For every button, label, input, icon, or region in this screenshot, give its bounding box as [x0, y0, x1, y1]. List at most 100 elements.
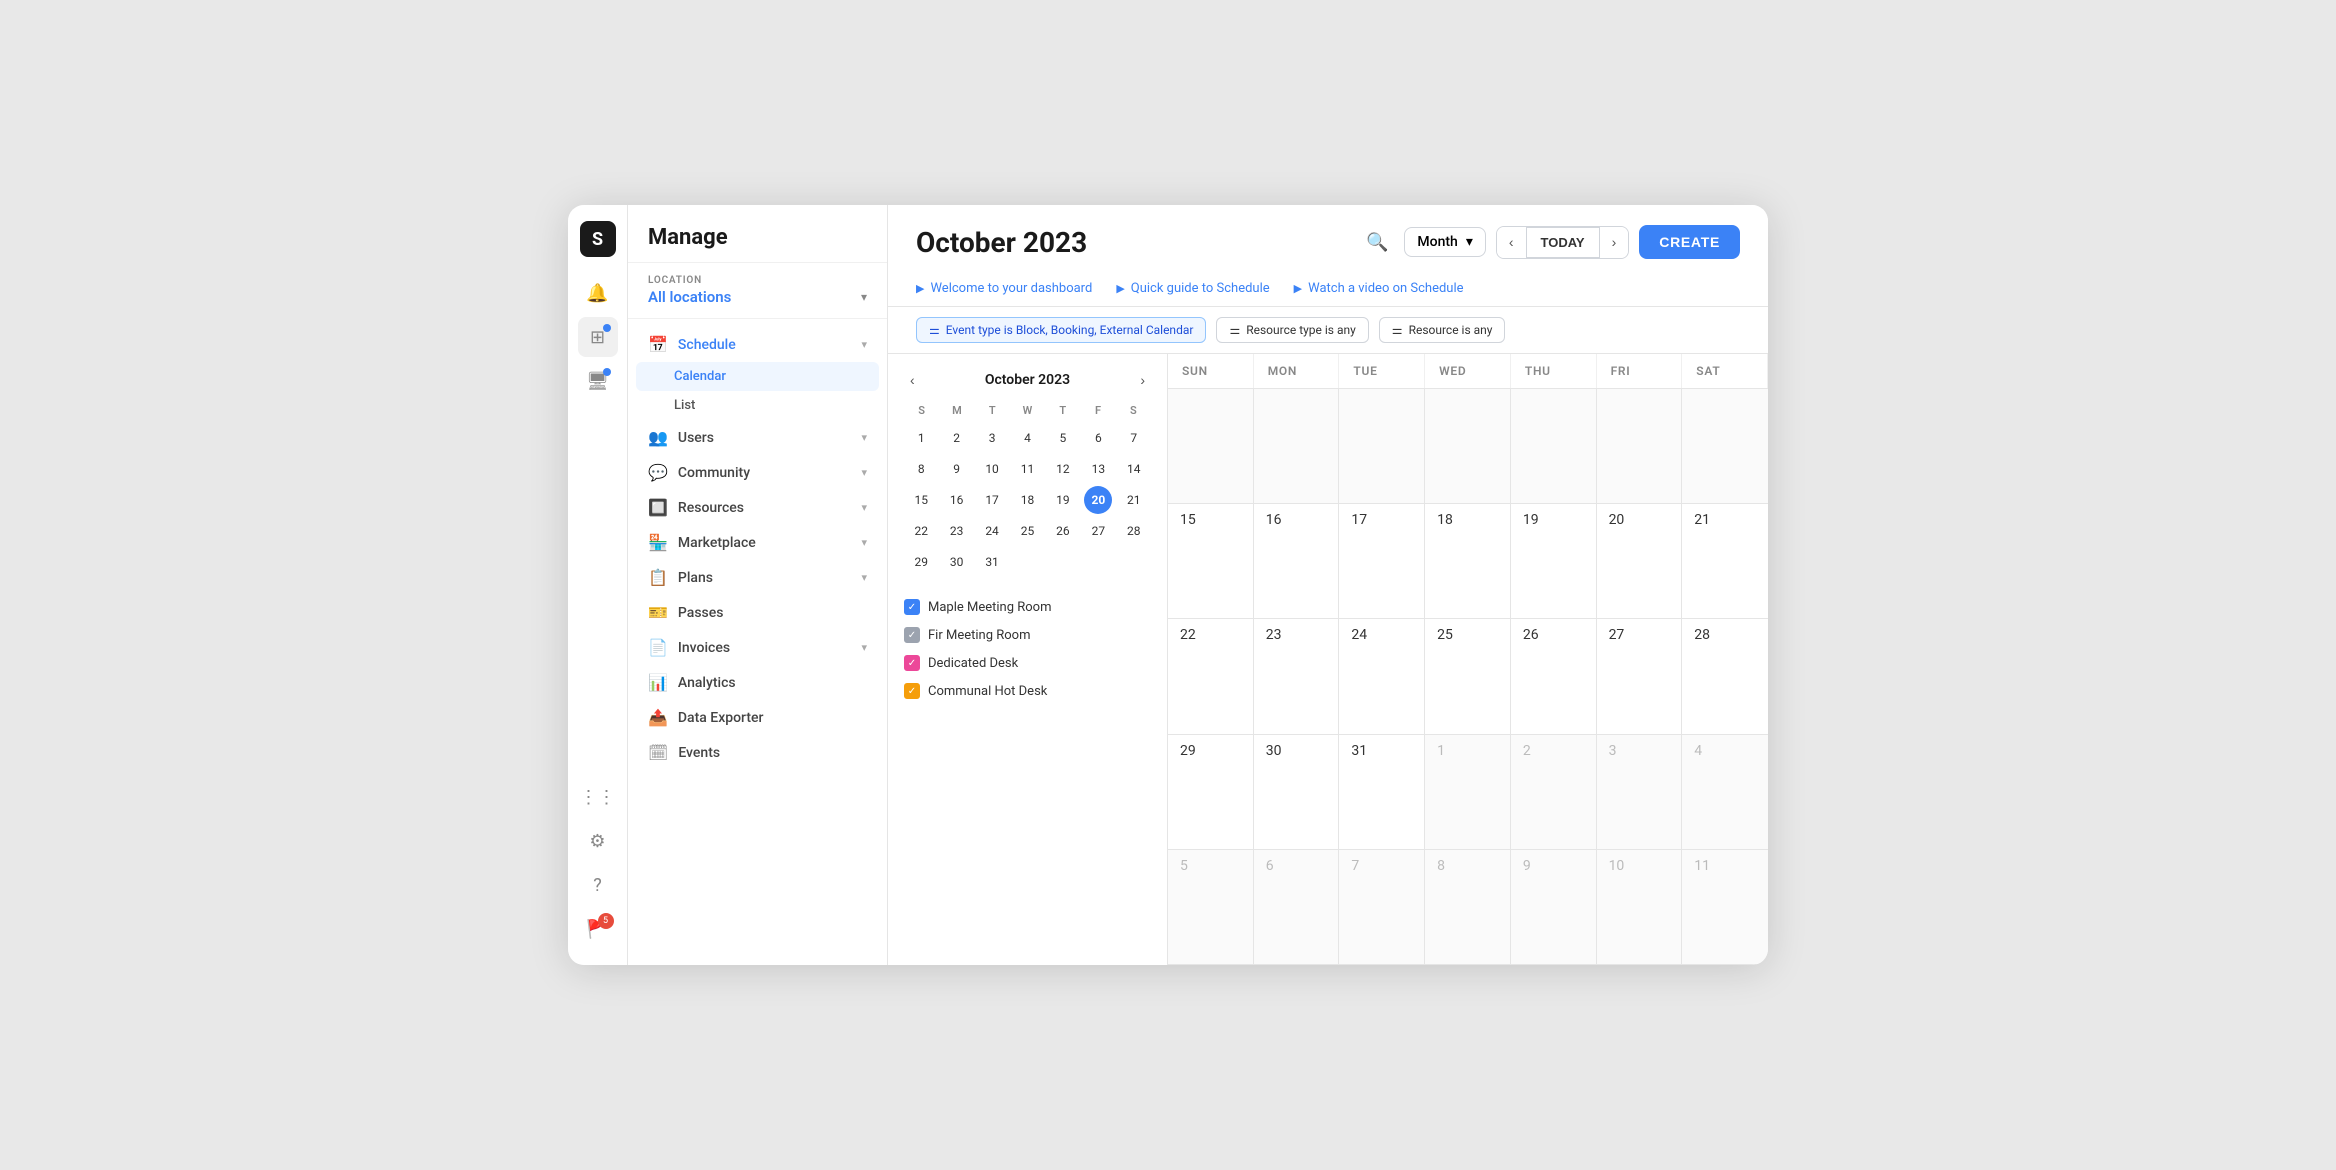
cal-cell-4-0[interactable]: 5	[1168, 850, 1254, 964]
cal-cell-0-1[interactable]	[1254, 389, 1340, 503]
mini-date-31[interactable]: 31	[978, 548, 1006, 576]
cal-cell-2-5[interactable]: 27	[1597, 619, 1683, 733]
cal-cell-1-2[interactable]: 17	[1339, 504, 1425, 618]
sidebar-item-resources[interactable]: 🔲 Resources ▾	[628, 490, 887, 525]
view-selector[interactable]: Month ▾	[1404, 227, 1485, 257]
cal-cell-2-6[interactable]: 28	[1682, 619, 1768, 733]
sidebar-item-marketplace[interactable]: 🏪 Marketplace ▾	[628, 525, 887, 560]
filter-resource-type[interactable]: ⚌ Resource type is any	[1216, 317, 1368, 343]
mini-date-15[interactable]: 15	[907, 486, 935, 514]
mini-date-22[interactable]: 22	[907, 517, 935, 545]
cal-cell-1-3[interactable]: 18	[1425, 504, 1511, 618]
sidebar-item-users[interactable]: 👥 Users ▾	[628, 420, 887, 455]
mini-date-27[interactable]: 27	[1084, 517, 1112, 545]
cal-cell-1-0[interactable]: 15	[1168, 504, 1254, 618]
mini-date-26[interactable]: 26	[1049, 517, 1077, 545]
prev-month-button[interactable]: ‹	[1497, 227, 1526, 258]
location-selector[interactable]: All locations ▾	[648, 288, 867, 306]
monitor-icon[interactable]: 🖥	[578, 361, 618, 401]
welcome-link[interactable]: ▶ Welcome to your dashboard	[916, 281, 1092, 296]
mini-date-1[interactable]: 1	[907, 424, 935, 452]
cal-cell-0-2[interactable]	[1339, 389, 1425, 503]
cal-cell-3-1[interactable]: 30	[1254, 735, 1340, 849]
sidebar-item-events[interactable]: 🗓 Events	[628, 735, 887, 770]
cal-cell-0-0[interactable]	[1168, 389, 1254, 503]
mini-date-30[interactable]: 30	[943, 548, 971, 576]
cal-cell-3-3[interactable]: 1	[1425, 735, 1511, 849]
cal-cell-3-5[interactable]: 3	[1597, 735, 1683, 849]
create-button[interactable]: CREATE	[1639, 225, 1740, 259]
search-button[interactable]: 🔍	[1360, 226, 1394, 259]
mini-date-25[interactable]: 25	[1013, 517, 1041, 545]
sidebar-item-data-exporter[interactable]: 📤 Data Exporter	[628, 700, 887, 735]
sidebar-item-community[interactable]: 💬 Community ▾	[628, 455, 887, 490]
sidebar-subitem-calendar[interactable]: Calendar	[636, 362, 879, 391]
mini-date-9[interactable]: 9	[943, 455, 971, 483]
next-month-button[interactable]: ›	[1600, 227, 1629, 258]
mini-date-29[interactable]: 29	[907, 548, 935, 576]
video-link[interactable]: ▶ Watch a video on Schedule	[1294, 281, 1464, 296]
sidebar-item-invoices[interactable]: 📄 Invoices ▾	[628, 630, 887, 665]
mini-date-13[interactable]: 13	[1084, 455, 1112, 483]
mini-date-21[interactable]: 21	[1120, 486, 1148, 514]
cal-cell-2-3[interactable]: 25	[1425, 619, 1511, 733]
mini-date-19[interactable]: 19	[1049, 486, 1077, 514]
mini-date-6[interactable]: 6	[1084, 424, 1112, 452]
mini-date-12[interactable]: 12	[1049, 455, 1077, 483]
cal-cell-0-6[interactable]	[1682, 389, 1768, 503]
mini-date-8[interactable]: 8	[907, 455, 935, 483]
cal-cell-2-1[interactable]: 23	[1254, 619, 1340, 733]
mini-date-28[interactable]: 28	[1120, 517, 1148, 545]
mini-date-23[interactable]: 23	[943, 517, 971, 545]
cal-cell-2-0[interactable]: 22	[1168, 619, 1254, 733]
mini-date-3[interactable]: 3	[978, 424, 1006, 452]
cal-cell-4-3[interactable]: 8	[1425, 850, 1511, 964]
cal-cell-3-4[interactable]: 2	[1511, 735, 1597, 849]
mini-date-18[interactable]: 18	[1013, 486, 1041, 514]
today-button[interactable]: TODAY	[1526, 227, 1600, 258]
sidebar-subitem-list[interactable]: List	[628, 391, 887, 420]
cal-cell-1-1[interactable]: 16	[1254, 504, 1340, 618]
resource-maple[interactable]: ✓ Maple Meeting Room	[904, 593, 1151, 621]
resource-communal[interactable]: ✓ Communal Hot Desk	[904, 677, 1151, 705]
cal-cell-1-6[interactable]: 21	[1682, 504, 1768, 618]
filter-resource[interactable]: ⚌ Resource is any	[1379, 317, 1506, 343]
quick-guide-link[interactable]: ▶ Quick guide to Schedule	[1116, 281, 1269, 296]
app-logo[interactable]: S	[580, 221, 616, 257]
resource-dedicated[interactable]: ✓ Dedicated Desk	[904, 649, 1151, 677]
mini-date-14[interactable]: 14	[1120, 455, 1148, 483]
settings-icon[interactable]: ⚙	[578, 821, 618, 861]
mini-date-2[interactable]: 2	[943, 424, 971, 452]
cal-cell-3-6[interactable]: 4	[1682, 735, 1768, 849]
mini-date-4[interactable]: 4	[1013, 424, 1041, 452]
sidebar-item-plans[interactable]: 📋 Plans ▾	[628, 560, 887, 595]
cal-cell-3-0[interactable]: 29	[1168, 735, 1254, 849]
help-icon[interactable]: ?	[578, 865, 618, 905]
bell-icon[interactable]: 🔔	[578, 273, 618, 313]
cal-cell-2-2[interactable]: 24	[1339, 619, 1425, 733]
cal-cell-4-5[interactable]: 10	[1597, 850, 1683, 964]
cal-cell-0-5[interactable]	[1597, 389, 1683, 503]
cal-cell-1-4[interactable]: 19	[1511, 504, 1597, 618]
mini-date-11[interactable]: 11	[1013, 455, 1041, 483]
flag-icon[interactable]: 🚩 5	[578, 909, 618, 949]
apps-grid-icon[interactable]: ⋮⋮	[578, 777, 618, 817]
mini-next-button[interactable]: ›	[1134, 370, 1151, 390]
mini-date-5[interactable]: 5	[1049, 424, 1077, 452]
mini-date-20[interactable]: 20	[1084, 486, 1112, 514]
cal-cell-4-2[interactable]: 7	[1339, 850, 1425, 964]
sidebar-item-analytics[interactable]: 📊 Analytics	[628, 665, 887, 700]
mini-prev-button[interactable]: ‹	[904, 370, 921, 390]
cal-cell-4-6[interactable]: 11	[1682, 850, 1768, 964]
cal-cell-0-4[interactable]	[1511, 389, 1597, 503]
cal-cell-4-4[interactable]: 9	[1511, 850, 1597, 964]
cal-cell-3-2[interactable]: 31	[1339, 735, 1425, 849]
cal-cell-2-4[interactable]: 26	[1511, 619, 1597, 733]
cal-cell-1-5[interactable]: 20	[1597, 504, 1683, 618]
grid-icon[interactable]: ⊞	[578, 317, 618, 357]
filter-event-type[interactable]: ⚌ Event type is Block, Booking, External…	[916, 317, 1206, 343]
sidebar-item-schedule[interactable]: 📅 Schedule ▾	[628, 327, 887, 362]
sidebar-item-passes[interactable]: 🎫 Passes	[628, 595, 887, 630]
resource-fir[interactable]: ✓ Fir Meeting Room	[904, 621, 1151, 649]
mini-date-17[interactable]: 17	[978, 486, 1006, 514]
